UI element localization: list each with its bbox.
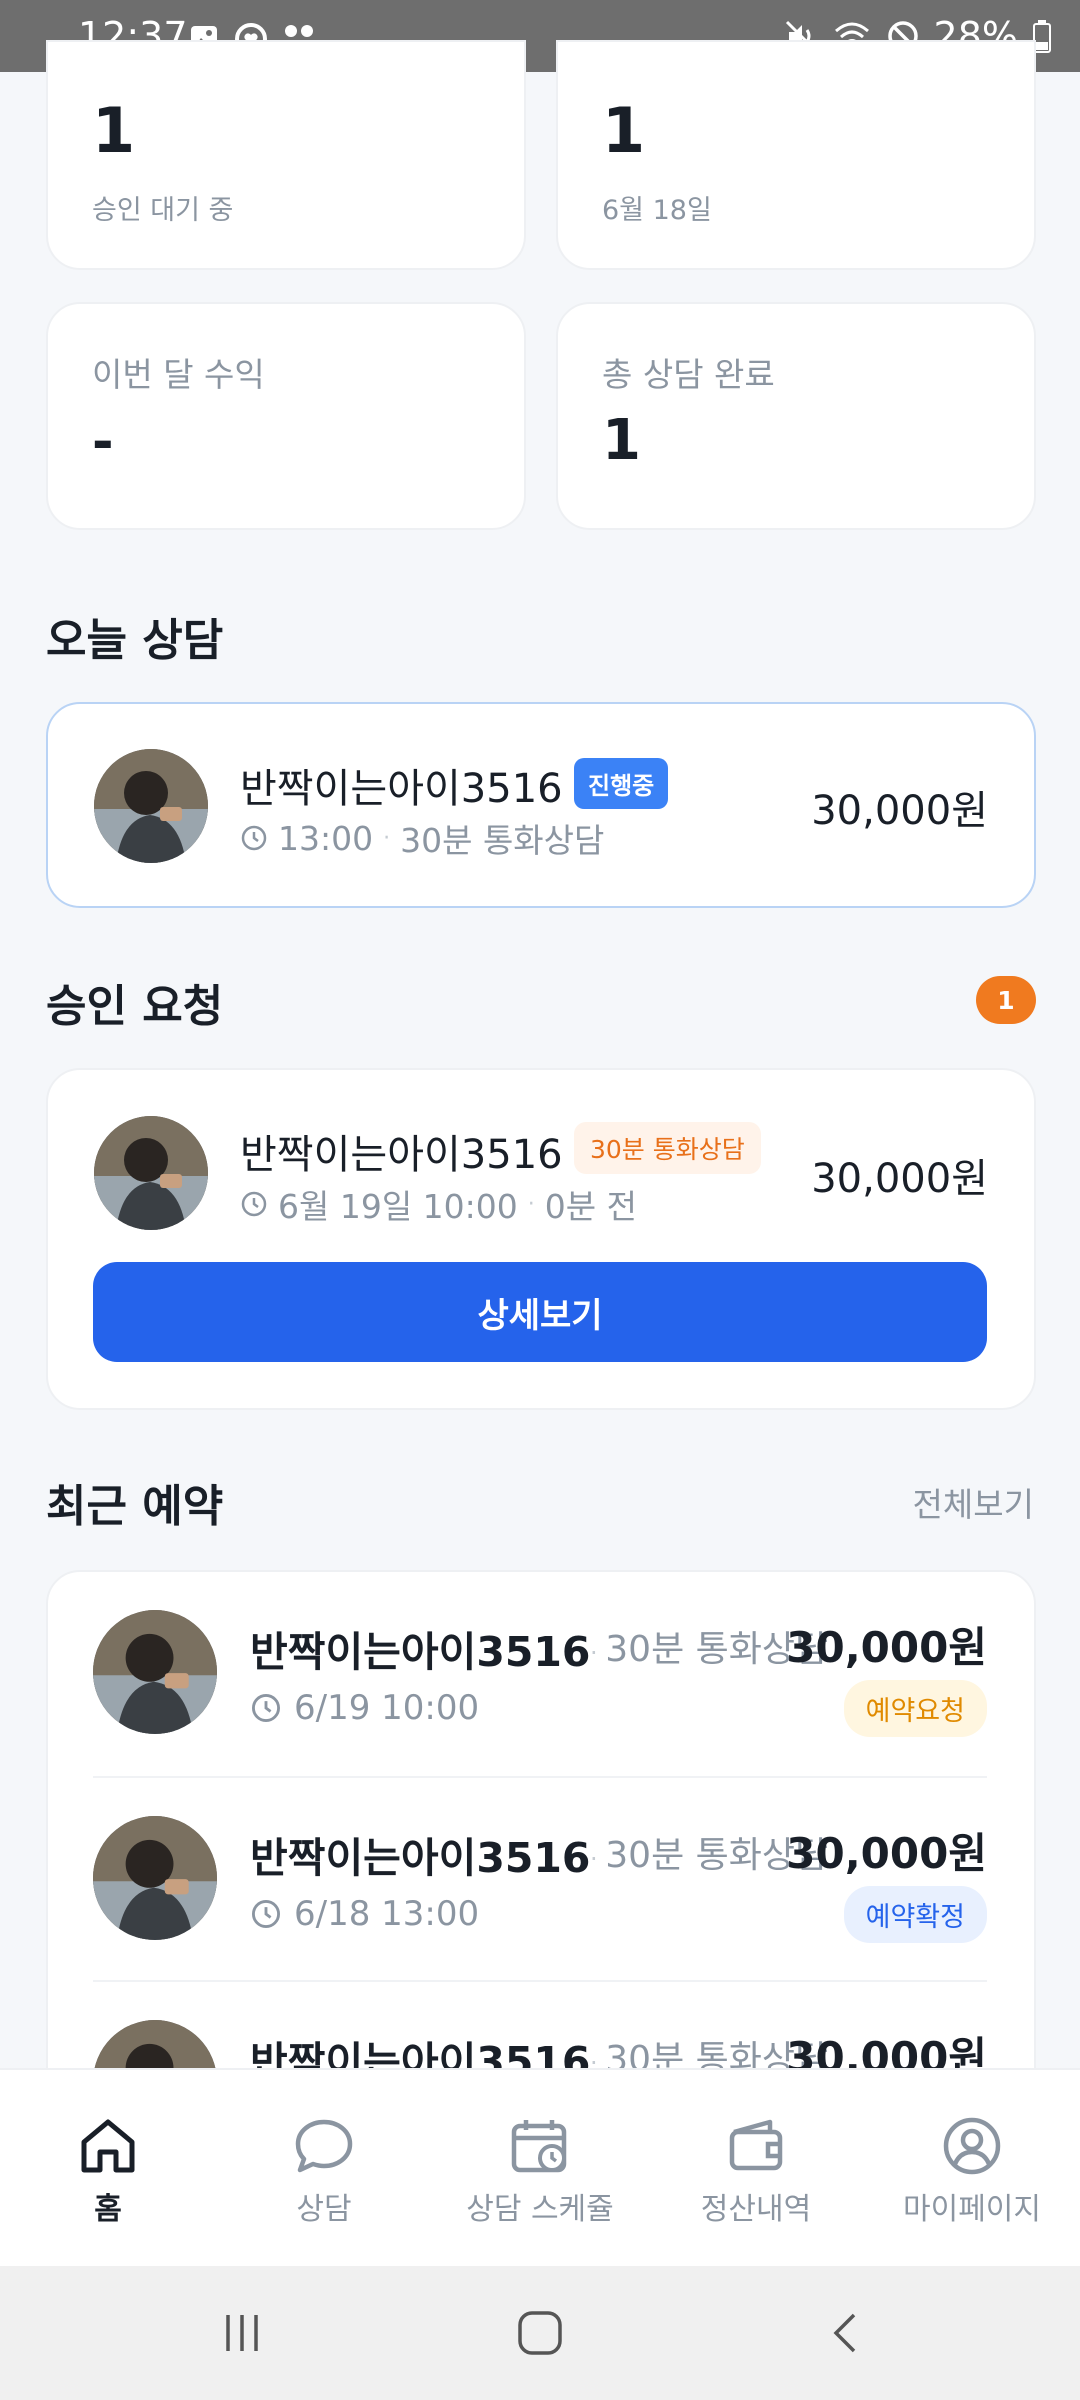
session-price: 30,000원 <box>811 788 988 834</box>
avatar <box>93 1816 217 1940</box>
system-navigation-bar <box>0 2266 1080 2400</box>
monthly-income-card[interactable]: 이번 달 수익 - <box>46 302 526 530</box>
wallet-icon <box>729 2119 783 2171</box>
client-name: 반짝이는아이3516 <box>240 1132 563 1178</box>
status-badge: 예약확정 <box>843 1886 987 1943</box>
recent-section-title: 최근 예약 <box>46 1481 224 1532</box>
chat-bubble-icon <box>295 2119 353 2173</box>
clock-icon <box>252 1694 280 1722</box>
request-ago: 0분 전 <box>544 1187 638 1226</box>
reservation-name: 반짝이는아이3516 <box>250 1834 591 1882</box>
today-consultation-card[interactable]: 반짝이는아이3516 진행중 13:00 · 30분 통화상담 30,000원 <box>46 702 1036 908</box>
reservation-price: 30,000원 <box>786 1829 987 1878</box>
total-completed-title: 총 상담 완료 <box>602 355 775 394</box>
status-badge: 예약요청 <box>843 1680 987 1737</box>
view-detail-button[interactable]: 상세보기 <box>93 1262 987 1362</box>
separator-dot: · <box>527 1191 535 1217</box>
calendar-clock-icon <box>511 2120 567 2173</box>
home-circle-icon <box>518 2311 562 2355</box>
user-circle-icon <box>943 2117 1001 2175</box>
avatar <box>94 749 208 863</box>
request-datetime: 6월 19일 10:00 <box>278 1187 518 1226</box>
request-meta: 6월 19일 10:00 · 0분 전 <box>240 1180 637 1228</box>
total-completed-card[interactable]: 총 상담 완료 1 <box>556 302 1036 530</box>
reservation-price: 30,000원 <box>786 1623 987 1672</box>
request-price: 30,000원 <box>811 1156 988 1202</box>
session-meta: 13:00 · 30분 통화상담 <box>240 814 604 862</box>
nav-schedule[interactable]: 상담 스케쥴 <box>432 2070 648 2268</box>
nav-consult[interactable]: 상담 <box>216 2070 432 2268</box>
nav-mypage[interactable]: 마이페이지 <box>864 2070 1080 2268</box>
clock-icon <box>241 825 267 851</box>
date-count: 1 <box>602 94 646 167</box>
avatar <box>94 1116 208 1230</box>
monthly-income-title: 이번 달 수익 <box>92 355 265 394</box>
approval-count-badge: 1 <box>976 976 1036 1024</box>
nav-settlement[interactable]: 정산내역 <box>648 2070 864 2268</box>
client-name: 반짝이는아이3516 <box>240 766 563 812</box>
nav-home-label: 홈 <box>94 2192 122 2227</box>
nav-mypage-label: 마이페이지 <box>903 2192 1041 2227</box>
back-chevron-icon <box>833 2313 856 2353</box>
clock-icon <box>241 1191 267 1217</box>
clock-icon <box>252 1900 280 1928</box>
view-all-link[interactable]: 전체보기 <box>913 1478 1034 1526</box>
call-type-badge: 30분 통화상담 <box>574 1122 761 1174</box>
nav-schedule-label: 상담 스케쥴 <box>466 2192 614 2227</box>
row-divider <box>93 1776 987 1778</box>
row-divider <box>93 1980 987 1982</box>
home-button[interactable] <box>488 2266 592 2400</box>
pending-approval-card[interactable]: 1 승인 대기 중 <box>46 40 526 270</box>
reservation-time: 6/19 10:00 <box>250 1688 479 1728</box>
in-progress-badge: 진행중 <box>574 758 669 809</box>
approval-section-title: 승인 요청 <box>46 981 224 1032</box>
pending-count: 1 <box>92 94 136 167</box>
bottom-navigation: 홈 상담 상담 스케쥴 정산내역 마이페이지 <box>0 2068 1080 2266</box>
recent-apps-button[interactable] <box>190 2266 294 2400</box>
nav-settlement-label: 정산내역 <box>700 2192 812 2227</box>
reservation-time: 6/18 13:00 <box>250 1894 479 1934</box>
monthly-income-value: - <box>92 412 114 472</box>
nav-consult-label: 상담 <box>296 2192 352 2227</box>
home-icon <box>81 2119 135 2173</box>
recent-apps-icon <box>226 2315 258 2351</box>
date-label: 6월 18일 <box>602 195 712 226</box>
separator-dot: · <box>383 825 391 851</box>
reservation-name: 반짝이는아이3516 <box>250 1628 591 1676</box>
avatar <box>93 1610 217 1734</box>
total-completed-value: 1 <box>602 408 641 473</box>
date-count-card[interactable]: 1 6월 18일 <box>556 40 1036 270</box>
back-button[interactable] <box>794 2266 898 2400</box>
today-section-title: 오늘 상담 <box>46 615 224 666</box>
session-time: 13:00 <box>278 818 374 858</box>
session-type: 30분 통화상담 <box>400 821 605 860</box>
pending-label: 승인 대기 중 <box>92 195 234 226</box>
nav-home[interactable]: 홈 <box>0 2070 216 2268</box>
